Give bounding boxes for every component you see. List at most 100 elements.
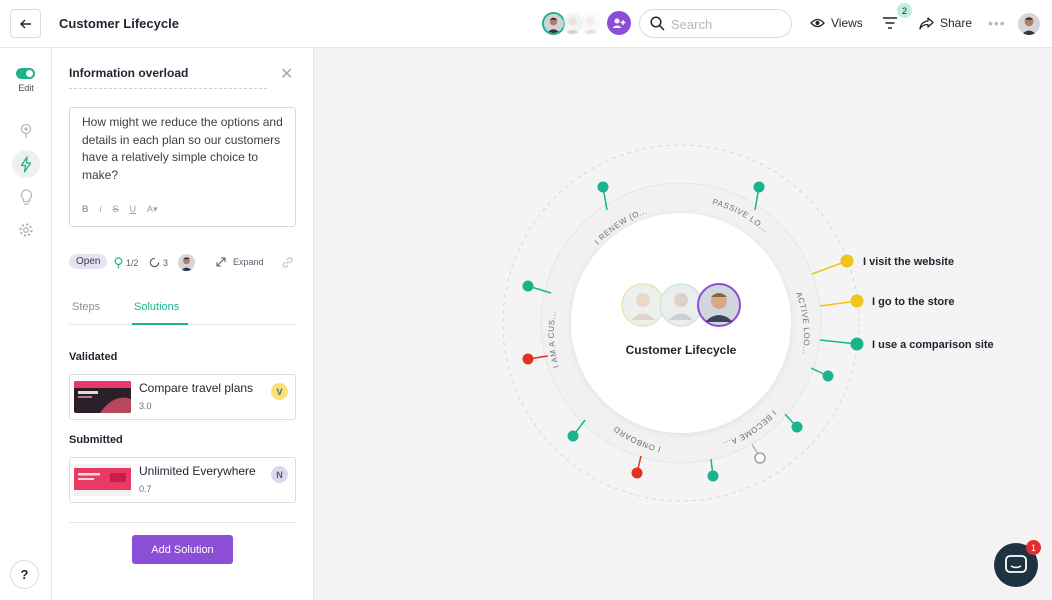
touchpoint-label: I use a comparison site (872, 339, 994, 351)
share-label: Share (940, 16, 973, 30)
solution-thumbnail (74, 381, 131, 413)
solution-badge: V (271, 383, 288, 400)
panel-divider (69, 522, 296, 523)
persona-avatar[interactable] (621, 283, 665, 327)
persona-avatar[interactable] (697, 283, 741, 327)
rail-idea-button[interactable] (12, 183, 40, 211)
help-button[interactable]: ? (10, 560, 39, 589)
solution-score: 3.0 (139, 401, 152, 411)
solution-card[interactable]: Unlimited Everywhere 0.7 N (69, 457, 296, 503)
solution-badge: N (271, 466, 288, 483)
edit-label: Edit (18, 83, 34, 93)
owner-avatar[interactable] (178, 254, 195, 271)
title-underline (69, 88, 267, 89)
views-label: Views (831, 16, 863, 30)
panel-tabs: Steps Solutions (69, 298, 296, 325)
expand-icon (216, 257, 226, 267)
filter-button[interactable] (883, 17, 897, 29)
link-icon (282, 257, 293, 268)
top-bar: Customer Lifecycle Views 2 Share ••• (0, 0, 1052, 48)
current-user-avatar[interactable] (1018, 13, 1040, 35)
eye-icon (810, 18, 825, 28)
touchpoint-comparison-site[interactable]: I use a comparison site (819, 337, 994, 352)
views-button[interactable]: Views (810, 16, 863, 30)
lightning-icon (20, 155, 32, 173)
step-marker[interactable] (784, 413, 803, 433)
arrow-left-icon (19, 19, 31, 28)
search-input[interactable] (671, 16, 781, 32)
page-title: Customer Lifecycle (59, 16, 179, 31)
step-marker[interactable] (631, 455, 643, 479)
pins-count-value: 1/2 (126, 258, 139, 268)
panel-title: Information overload (69, 66, 189, 80)
text-style-button[interactable]: A▾ (147, 204, 158, 215)
rail-settings-button[interactable] (12, 216, 40, 244)
step-marker[interactable] (597, 181, 609, 211)
expand-button[interactable]: Expand (216, 257, 264, 267)
rail-bolt-button[interactable] (12, 150, 40, 178)
step-marker[interactable] (522, 353, 549, 365)
comments-count[interactable]: 3 (149, 257, 168, 268)
edit-toggle[interactable] (16, 68, 35, 79)
status-badge[interactable]: Open (69, 254, 108, 269)
description-editor[interactable]: How might we reduce the options and deta… (69, 107, 296, 227)
person-avatar-icon (544, 14, 563, 33)
active-tab-indicator (132, 323, 188, 325)
strikethrough-button[interactable]: S (113, 204, 119, 215)
person-avatar-icon (1018, 13, 1040, 35)
touchpoint-label: I go to the store (872, 296, 955, 308)
thumbnail-image (74, 381, 131, 413)
meta-row: Open 1/2 3 Expand (69, 254, 296, 272)
step-marker[interactable] (567, 419, 586, 442)
rail-pin-button[interactable] (12, 117, 40, 145)
tab-solutions[interactable]: Solutions (134, 301, 179, 313)
share-icon (919, 16, 934, 30)
add-user-button[interactable] (607, 11, 631, 35)
person-avatar-icon (580, 13, 601, 34)
lightbulb-icon (20, 188, 32, 205)
comments-count-value: 3 (163, 257, 169, 268)
thumbnail-image (74, 464, 131, 496)
detail-panel: Information overload ✕ How might we redu… (52, 48, 314, 600)
link-button[interactable] (281, 256, 294, 269)
collaborator-avatar[interactable] (580, 13, 601, 34)
touchpoint-visit-website[interactable]: I visit the website (811, 254, 954, 275)
left-rail: Edit ? (0, 48, 52, 600)
share-button[interactable]: Share (919, 16, 972, 30)
filter-count-badge: 2 (897, 3, 912, 18)
chat-notification-badge: 1 (1026, 540, 1041, 555)
tab-steps[interactable]: Steps (72, 301, 100, 313)
solution-card[interactable]: Compare travel plans 3.0 V (69, 374, 296, 420)
persona-avatar[interactable] (659, 283, 703, 327)
filter-icon (883, 17, 897, 29)
more-options-icon[interactable]: ••• (988, 15, 1006, 31)
touchpoint-go-to-store[interactable]: I go to the store (819, 294, 955, 309)
underline-button[interactable]: U (130, 204, 137, 215)
search-icon (650, 16, 665, 31)
gear-icon (19, 223, 33, 237)
add-solution-button[interactable]: Add Solution (132, 535, 233, 564)
close-icon[interactable]: ✕ (280, 64, 293, 84)
bold-button[interactable]: B (82, 204, 89, 215)
pins-count[interactable]: 1/2 (114, 257, 139, 269)
italic-button[interactable]: i (100, 204, 102, 215)
add-user-icon (612, 18, 626, 28)
solution-name: Compare travel plans (139, 381, 254, 395)
step-marker[interactable] (810, 367, 834, 382)
center-title: Customer Lifecycle (626, 343, 737, 357)
description-text[interactable]: How might we reduce the options and deta… (82, 114, 287, 184)
expand-label: Expand (233, 257, 264, 267)
back-button[interactable] (10, 9, 41, 38)
solution-name: Unlimited Everywhere (139, 464, 256, 478)
step-marker[interactable] (707, 458, 719, 482)
search-box[interactable] (639, 9, 792, 38)
lifecycle-diagram[interactable]: I RENEW (O... PASSIVE LO... ACTIVE LOO..… (315, 48, 1052, 600)
pin-icon (20, 123, 32, 138)
format-toolbar: B i S U A▾ (82, 204, 158, 215)
solution-score: 0.7 (139, 484, 152, 494)
step-marker[interactable] (751, 443, 766, 464)
chat-icon (1005, 555, 1027, 573)
touchpoint-label: I visit the website (863, 256, 954, 268)
step-marker[interactable] (753, 181, 765, 211)
journey-canvas[interactable]: I RENEW (O... PASSIVE LO... ACTIVE LOO..… (315, 48, 1052, 600)
